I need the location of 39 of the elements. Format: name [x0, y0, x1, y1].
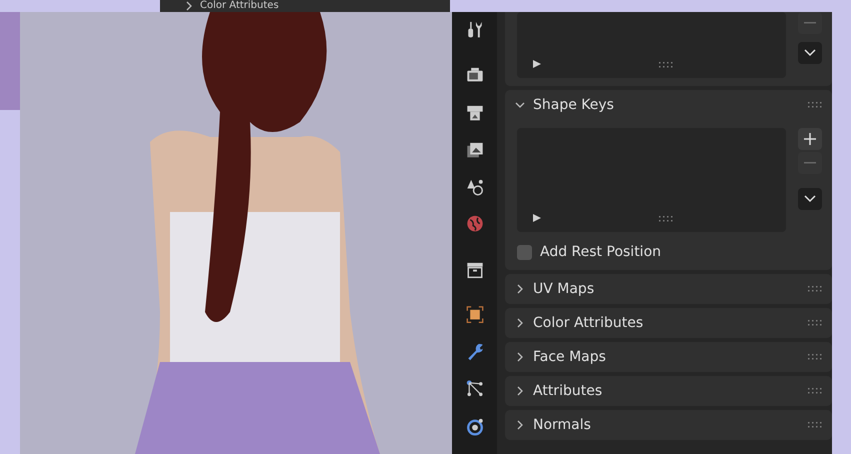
add-button[interactable]: [798, 128, 822, 150]
chevron-down-icon[interactable]: [515, 100, 525, 110]
minus-icon: [804, 22, 816, 24]
square-icon[interactable]: [464, 304, 484, 324]
chevron-right-icon[interactable]: [184, 1, 194, 11]
panel-title[interactable]: UV Maps: [533, 281, 800, 297]
grip-icon[interactable]: [808, 102, 822, 108]
grip-icon[interactable]: [808, 388, 822, 394]
grip-icon[interactable]: [808, 422, 822, 428]
panel-title[interactable]: Face Maps: [533, 349, 800, 365]
panel-title[interactable]: Color Attributes: [200, 0, 279, 12]
chevron-down-icon: [804, 49, 816, 57]
play-icon[interactable]: [533, 214, 541, 222]
grip-icon[interactable]: [659, 216, 673, 222]
panel-title[interactable]: Attributes: [533, 383, 800, 399]
grip-icon[interactable]: [659, 62, 673, 68]
panel-title[interactable]: Normals: [533, 417, 800, 433]
chevron-right-icon[interactable]: [515, 386, 525, 396]
shapes-icon[interactable]: [464, 177, 484, 196]
chevron-right-icon[interactable]: [515, 420, 525, 430]
panel-title[interactable]: Color Attributes: [533, 315, 800, 331]
grip-icon[interactable]: [808, 286, 822, 292]
checkbox[interactable]: [517, 244, 532, 260]
dropdown-button[interactable]: [798, 188, 822, 210]
chevron-right-icon[interactable]: [515, 318, 525, 328]
chevron-down-icon: [804, 195, 816, 203]
particles-icon[interactable]: [464, 379, 484, 399]
plus-icon: [804, 133, 816, 145]
panel-title[interactable]: Shape Keys: [533, 97, 800, 113]
grip-icon[interactable]: [808, 354, 822, 360]
orbit-icon[interactable]: [464, 416, 484, 436]
play-icon[interactable]: [533, 60, 541, 68]
dropdown-button[interactable]: [798, 42, 822, 64]
minus-icon: [804, 162, 816, 164]
grip-icon[interactable]: [808, 320, 822, 326]
chevron-right-icon[interactable]: [515, 284, 525, 294]
globe-icon[interactable]: [464, 214, 484, 234]
checkbox-label[interactable]: Add Rest Position: [540, 244, 662, 260]
chevron-right-icon[interactable]: [515, 352, 525, 362]
